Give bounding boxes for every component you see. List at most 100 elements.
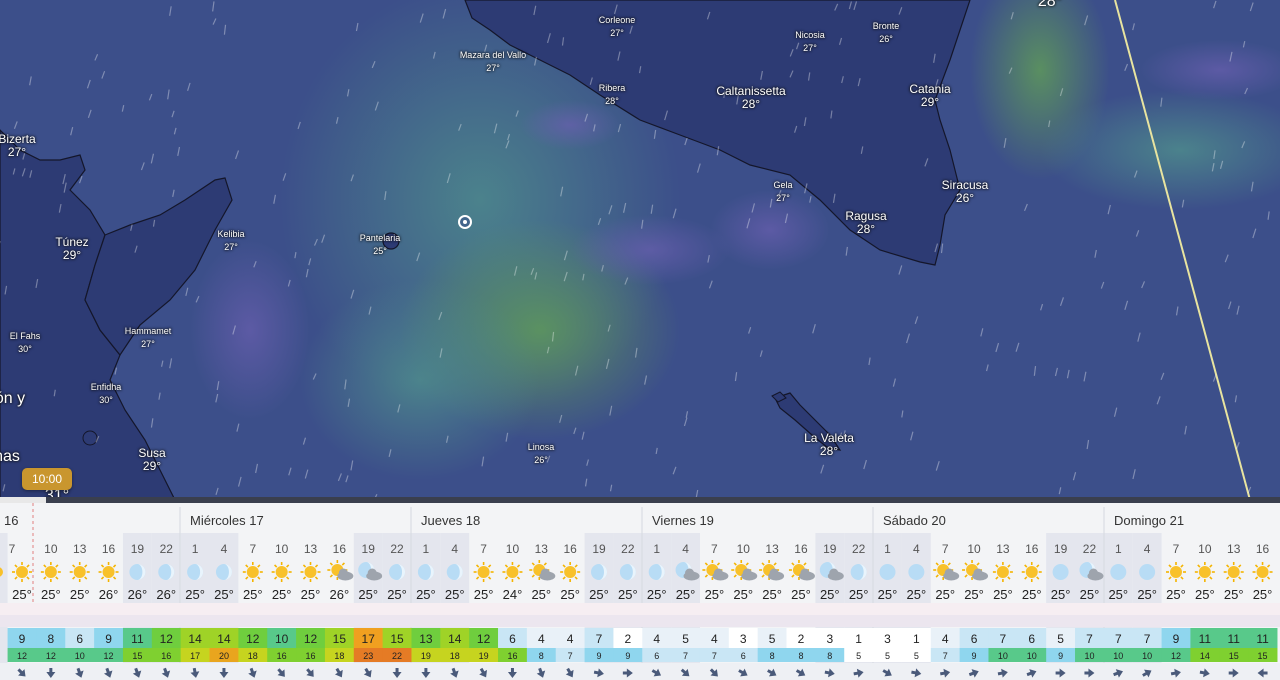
city-label[interactable]: Nicosia 27° (795, 29, 825, 55)
cloud-shape (742, 568, 752, 578)
city-name: Hammamet (124, 326, 172, 336)
gust-speed: 7 (712, 651, 717, 661)
temperature-value: 25° (1224, 587, 1244, 602)
moon-disc (1052, 564, 1069, 580)
weather-icon-sun (98, 562, 119, 582)
sun-disc (564, 566, 577, 578)
weather-map[interactable]: Corleone 27° Mazara del Vallo 27° Nicosia 27°… (0, 0, 1280, 500)
gust-speed: 8 (798, 651, 803, 661)
city-name: Corleone (598, 15, 636, 25)
weather-icon-sun (992, 562, 1013, 582)
hour-label: 4 (451, 542, 458, 556)
wind-speed: 9 (105, 632, 112, 646)
city-label[interactable]: Hammamet 27° (125, 325, 172, 351)
city-temperature: 26° (955, 191, 975, 205)
city-temperature: 27° (486, 63, 500, 73)
city-label[interactable]: Siracusa 26° (942, 179, 989, 205)
sun-ray (302, 564, 307, 568)
weather-icon-sun-cloud (731, 560, 758, 581)
weather-icon-moon-full (879, 564, 896, 580)
weather-icon-moon (215, 564, 232, 580)
weather-icon-moon-full (1052, 564, 1069, 580)
wind-speed: 6 (509, 632, 516, 646)
sun-ray (1036, 576, 1040, 580)
city-label[interactable]: Bizerta 27° (0, 133, 36, 159)
sun-ray (314, 576, 319, 580)
gust-speed: 15 (1229, 651, 1239, 661)
city-label[interactable]: Enfidha 30° (91, 381, 122, 407)
wind-speed: 17 (362, 632, 376, 646)
wind-speed: 7 (1086, 632, 1093, 646)
city-label[interactable]: Ragusa 28° (845, 210, 886, 236)
hour-label: 13 (535, 542, 549, 556)
city-label[interactable]: Mazara del Vallo 27° (460, 49, 526, 75)
temperature-value: 25° (445, 587, 465, 602)
city-name: Ribera (598, 83, 626, 93)
sun-ray (1197, 564, 1201, 568)
city-label[interactable]: Ribera 28° (599, 82, 626, 108)
map-canvas[interactable] (0, 0, 1280, 500)
hour-label: 1 (653, 542, 660, 556)
city-temperature: 27° (610, 28, 624, 38)
weather-icon-sun (1194, 562, 1215, 582)
hour-label: 16 (563, 542, 577, 556)
day-label: Domingo 21 (1114, 513, 1184, 528)
gust-speed: 17 (190, 651, 200, 661)
city-label[interactable]: Bronte 26° (873, 20, 900, 46)
city-label[interactable]: Susa 29° (138, 447, 165, 473)
gust-speed: 23 (363, 651, 373, 661)
wind-speed: 12 (477, 632, 491, 646)
temperature-value: 26° (156, 587, 176, 602)
city-label[interactable]: Túnez 29° (55, 236, 88, 262)
sun-disc (246, 566, 259, 578)
city-label[interactable]: Gela 27° (773, 179, 792, 205)
day-label: Viernes 19 (652, 513, 714, 528)
cloud-shape (540, 568, 550, 578)
city-label[interactable]: Linosa 26° (528, 441, 555, 467)
sun-ray (704, 574, 709, 578)
location-marker[interactable] (458, 215, 472, 229)
city-temperature: 28° (819, 444, 839, 458)
sun-ray (1226, 576, 1230, 580)
city-label[interactable]: La Valeta 28° (804, 432, 854, 458)
day-label: Miércoles 17 (190, 513, 264, 528)
cloud-shape (800, 568, 810, 578)
wind-speed: 5 (769, 632, 776, 646)
day-label: Sábado 20 (883, 513, 946, 528)
sun-ray (55, 576, 59, 580)
timeline-time-bubble[interactable]: 10:00 (22, 468, 72, 490)
forecast-panel[interactable]: 16 Miércoles 17 Jueves 18 Viernes 19 Sábado … (0, 503, 1280, 680)
city-label[interactable]: Kelibia 27° (217, 228, 244, 254)
city-label[interactable]: El Fahs 30° (10, 330, 41, 356)
sun-ray (112, 564, 117, 568)
sun-ray (257, 564, 261, 568)
city-label[interactable]: Caltanissetta 28° (716, 85, 785, 111)
sun-ray (475, 576, 480, 580)
city-label[interactable]: Pantelaria 25° (360, 232, 401, 258)
sun-ray (543, 562, 547, 566)
temperature-value: 25° (560, 587, 580, 602)
gust-speed: 18 (248, 651, 258, 661)
wind-speed: 12 (246, 632, 260, 646)
wind-speed: 7 (1000, 632, 1007, 646)
sun-ray (286, 564, 290, 568)
wind-speed: 12 (304, 632, 318, 646)
gust-speed: 18 (450, 651, 460, 661)
sun-ray (964, 574, 968, 578)
city-label[interactable]: Corleone 27° (599, 14, 636, 40)
wind-speed: 1 (855, 632, 862, 646)
sun-ray (761, 562, 765, 566)
weather-icon-sun-cloud (529, 560, 556, 581)
hour-label: 13 (304, 542, 318, 556)
temperature-value: 25° (1137, 587, 1157, 602)
city-label[interactable]: Catania 29° (909, 83, 950, 109)
weather-icon-sun-cloud (327, 560, 354, 581)
temperature-value: 26° (330, 587, 350, 602)
gust-speed: 9 (1058, 651, 1063, 661)
hour-label: 7 (480, 542, 487, 556)
weather-icon-sun (12, 562, 32, 582)
weather-icon-sun-cloud (962, 560, 989, 581)
hour-label: 13 (73, 542, 87, 556)
wind-speed: 11 (1199, 632, 1212, 646)
hour-label: 7 (1173, 542, 1180, 556)
